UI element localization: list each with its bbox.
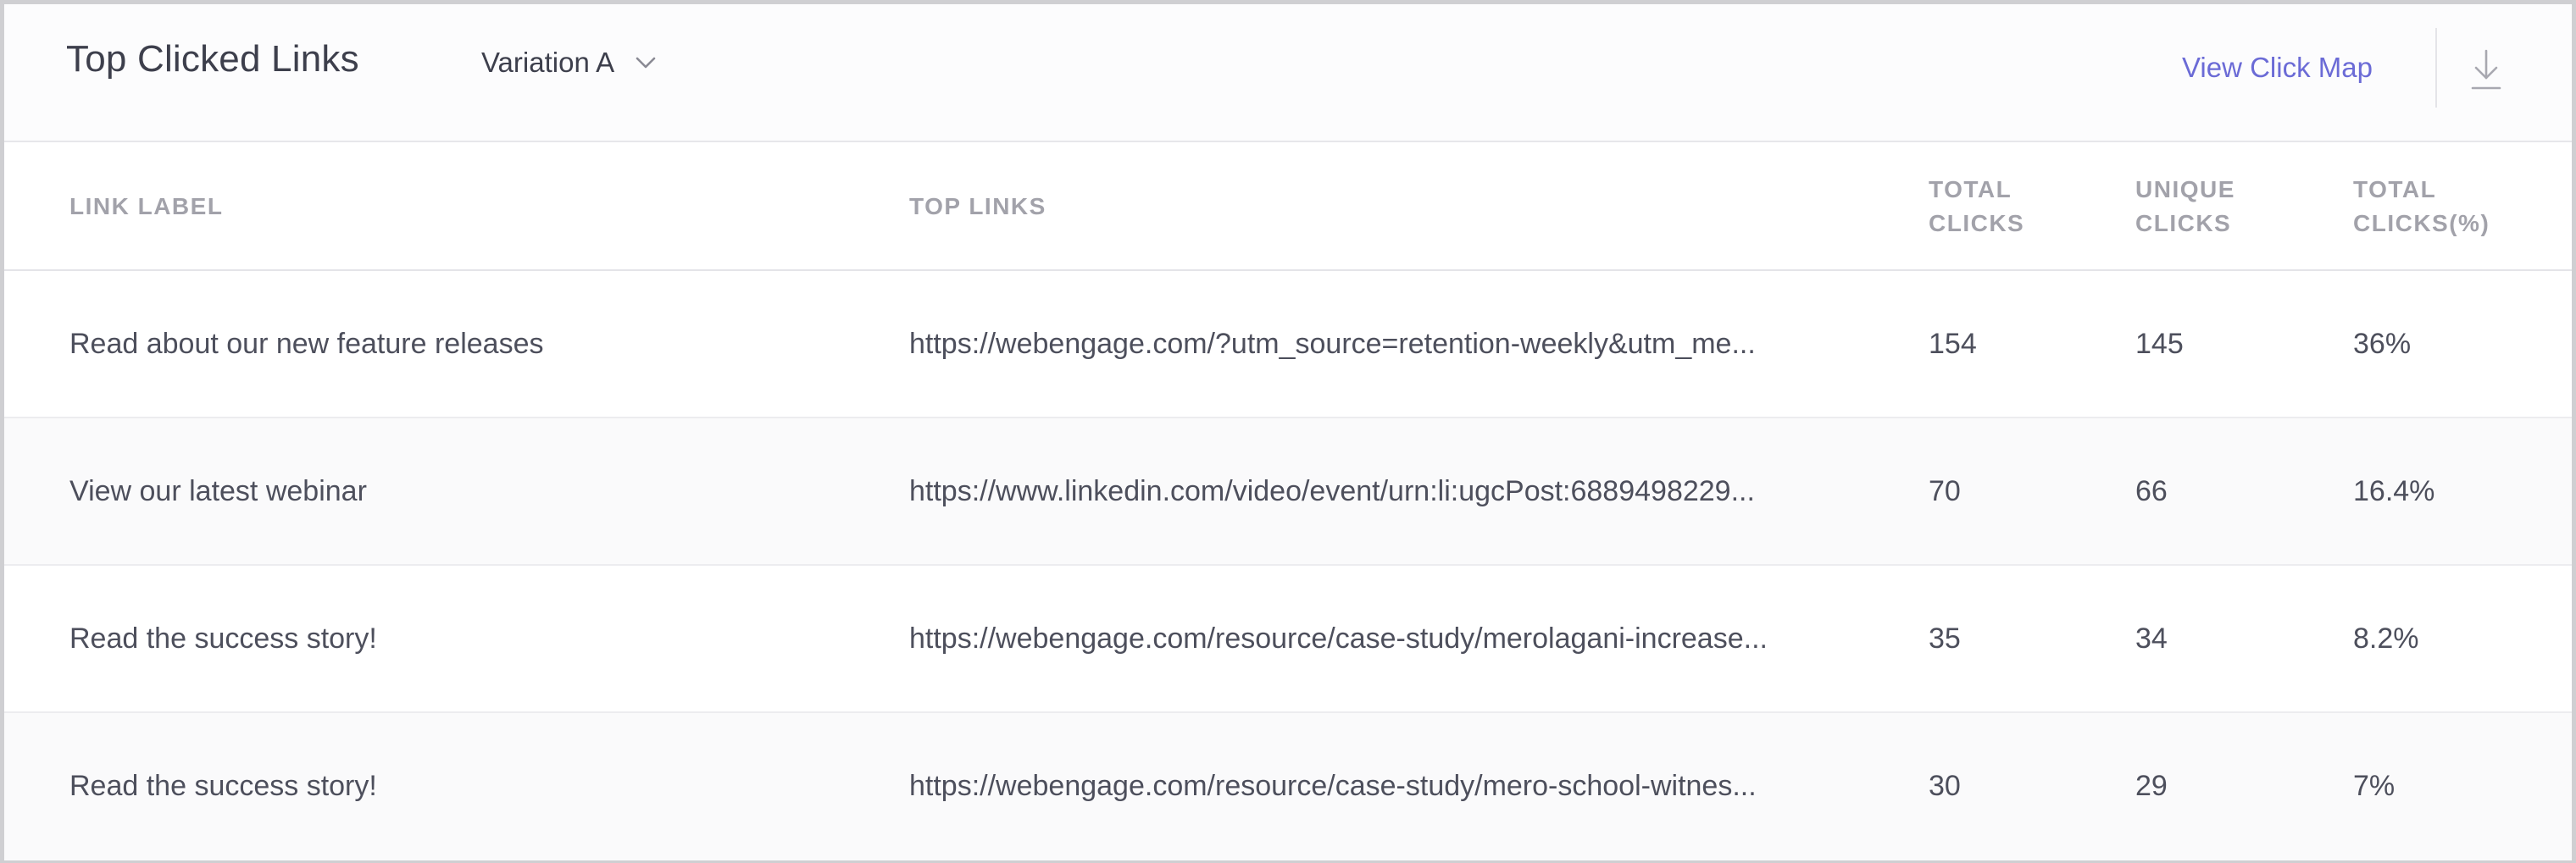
header-divider [2435, 28, 2437, 108]
table-row: Read the success story! https://webengag… [4, 713, 2572, 860]
panel-header: Top Clicked Links Variation A View Click… [4, 4, 2572, 142]
column-header-link-label: LINK LABEL [69, 193, 224, 219]
total-clicks-cell: 70 [1929, 475, 1961, 507]
column-header-top-links: TOP LINKS [909, 193, 1046, 219]
top-link-cell[interactable]: https://www.linkedin.com/video/event/urn… [909, 418, 1833, 564]
link-label-cell: View our latest webinar [69, 475, 367, 507]
unique-clicks-cell: 145 [2135, 328, 2184, 360]
variation-dropdown[interactable]: Variation A [481, 47, 658, 79]
link-label-cell: Read the success story! [69, 770, 377, 802]
view-click-map-link[interactable]: View Click Map [2182, 52, 2373, 84]
unique-clicks-cell: 29 [2135, 770, 2168, 802]
total-clicks-cell: 154 [1929, 328, 1977, 360]
chevron-down-icon [636, 57, 656, 69]
total-clicks-pct-cell: 8.2% [2353, 622, 2419, 655]
column-header-unique-clicks-line1: UNIQUE [2135, 176, 2235, 202]
top-link-cell[interactable]: https://webengage.com/resource/case-stud… [909, 566, 1833, 711]
top-link-cell[interactable]: https://webengage.com/?utm_source=retent… [909, 271, 1833, 417]
top-link-cell[interactable]: https://webengage.com/resource/case-stud… [909, 713, 1833, 859]
unique-clicks-cell: 66 [2135, 475, 2168, 507]
total-clicks-pct-cell: 36% [2353, 328, 2412, 360]
column-header-total-clicks-line1: TOTAL [1929, 176, 2012, 202]
table-row: Read about our new feature releases http… [4, 271, 2572, 418]
total-clicks-cell: 30 [1929, 770, 1961, 802]
variation-dropdown-label: Variation A [481, 47, 615, 78]
column-header-unique-clicks: UNIQUE CLICKS [2135, 173, 2305, 241]
table-header: LINK LABEL TOP LINKS TOTAL CLICKS UNIQUE… [4, 142, 2572, 271]
total-clicks-cell: 35 [1929, 622, 1961, 655]
page-title: Top Clicked Links [66, 38, 359, 80]
top-clicked-links-panel: Top Clicked Links Variation A View Click… [0, 0, 2576, 863]
link-label-cell: Read about our new feature releases [69, 328, 544, 360]
unique-clicks-cell: 34 [2135, 622, 2168, 655]
download-icon[interactable] [2468, 46, 2505, 93]
total-clicks-pct-cell: 7% [2353, 770, 2396, 802]
column-header-total-clicks-pct-line1: TOTAL [2353, 176, 2437, 202]
table-row: View our latest webinar https://www.link… [4, 418, 2572, 566]
column-header-total-clicks: TOTAL CLICKS [1929, 173, 2098, 241]
total-clicks-pct-cell: 16.4% [2353, 475, 2435, 507]
column-header-total-clicks-pct-line2: CLICKS(%) [2353, 210, 2490, 236]
column-header-total-clicks-line2: CLICKS [1929, 210, 2025, 236]
link-label-cell: Read the success story! [69, 622, 377, 655]
table-row: Read the success story! https://webengag… [4, 566, 2572, 713]
column-header-unique-clicks-line2: CLICKS [2135, 210, 2232, 236]
column-header-total-clicks-pct: TOTAL CLICKS(%) [2353, 173, 2523, 241]
